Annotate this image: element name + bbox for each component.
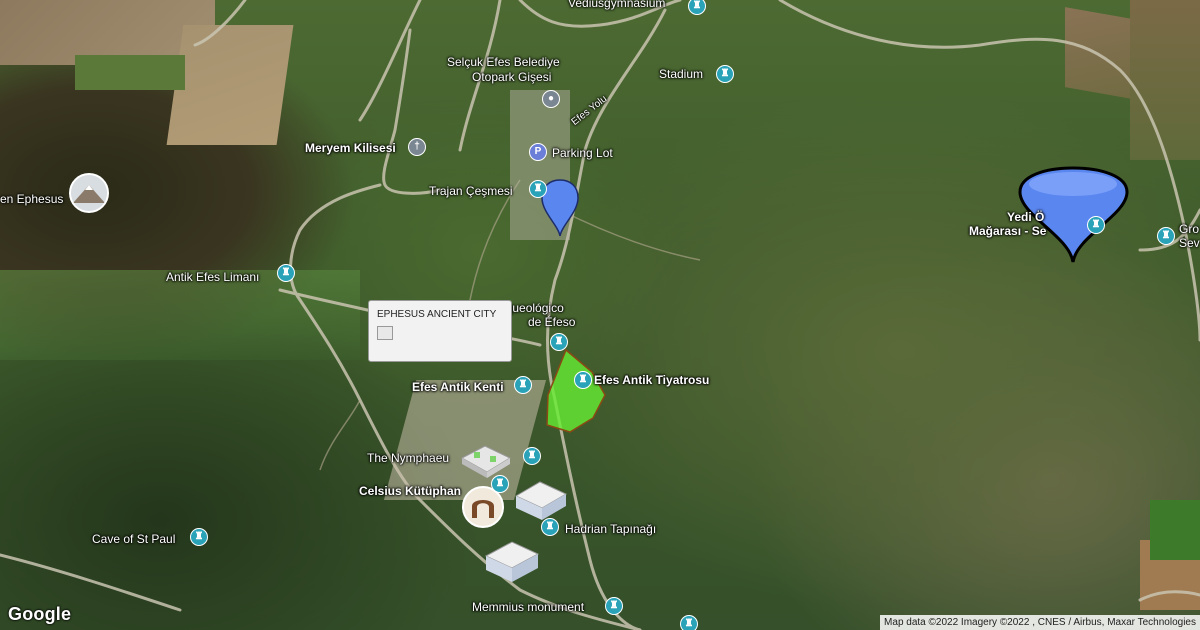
poi-bottom-icon[interactable]: ♜	[680, 615, 698, 630]
poi-nymphaeum-icon[interactable]: ♜	[523, 447, 541, 465]
poi-memmius-icon[interactable]: ♜	[605, 597, 623, 615]
google-logo[interactable]: Google	[8, 604, 71, 625]
poi-stadium-icon[interactable]: ♜	[716, 65, 734, 83]
label-stadium[interactable]: Stadium	[659, 67, 703, 81]
label-antik-limani[interactable]: Antik Efes Limanı	[166, 270, 259, 284]
building-icon-celsius[interactable]	[514, 481, 568, 520]
info-tooltip[interactable]: EPHESUS ANCIENT CITY	[368, 300, 512, 362]
label-tiyatrosu[interactable]: Efes Antik Tiyatrosu	[594, 373, 709, 387]
label-cave-st-paul[interactable]: Cave of St Paul	[92, 532, 175, 546]
building-icon-hadrian[interactable]	[484, 541, 540, 582]
label-hadrian[interactable]: Hadrian Tapınağı	[565, 522, 656, 536]
poi-yedi-icon[interactable]: ♜	[1087, 216, 1105, 234]
location-pin-icon[interactable]: ●	[542, 90, 560, 108]
label-gro-line2[interactable]: Sev	[1179, 236, 1200, 250]
label-parking[interactable]: Parking Lot	[552, 146, 613, 160]
poi-recinto-icon[interactable]: ♜	[550, 333, 568, 351]
cross-icon[interactable]: †	[408, 138, 426, 156]
label-meryem[interactable]: Meryem Kilisesi	[305, 141, 396, 155]
label-vedius[interactable]: Vediusgymnasium	[568, 0, 665, 10]
label-celsius[interactable]: Celsius Kütüphan	[359, 484, 461, 498]
parking-icon[interactable]: P	[529, 143, 547, 161]
poi-hadrian-icon[interactable]: ♜	[541, 518, 559, 536]
poi-tiyatrosu-icon[interactable]: ♜	[574, 371, 592, 389]
label-nymphaeum[interactable]: The Nymphaeu	[367, 451, 449, 465]
poi-gro-icon[interactable]: ♜	[1157, 227, 1175, 245]
poi-trajan-icon[interactable]: ♜	[529, 180, 547, 198]
label-trajan[interactable]: Trajan Çeşmesi	[429, 184, 513, 198]
poi-cave-st-paul-icon[interactable]: ♜	[190, 528, 208, 546]
map-canvas[interactable]: ♜ ● ♜ † P ♜ ♜ ♜ ♜ ♜ ♜ ♜ ♜ ♜ ♜ ♜ ♜ ♜ Vedi…	[0, 0, 1200, 630]
label-selcuk-line2[interactable]: Otopark Gişesi	[472, 70, 551, 84]
tooltip-title: EPHESUS ANCIENT CITY	[377, 309, 497, 320]
label-ephesus-left[interactable]: en Ephesus	[0, 192, 63, 206]
broken-image-icon	[377, 326, 393, 340]
label-gro-line1[interactable]: Gro	[1179, 222, 1199, 236]
label-yedi-line1[interactable]: Yedi Ö	[1007, 210, 1044, 224]
building-icon-nymphaeum[interactable]	[460, 445, 512, 478]
label-selcuk-line1[interactable]: Selçuk Efes Belediye	[447, 55, 560, 69]
poi-antik-limani-icon[interactable]: ♜	[277, 264, 295, 282]
label-memmius[interactable]: Memmius monument	[472, 600, 584, 614]
poi-efes-antik-kenti-icon[interactable]: ♜	[514, 376, 532, 394]
label-yedi-line2[interactable]: Mağarası - Se	[969, 224, 1046, 238]
poi-celsius-icon[interactable]: ♜	[491, 475, 509, 493]
map-attribution[interactable]: Map data ©2022 Imagery ©2022 , CNES / Ai…	[880, 615, 1200, 630]
label-efes-antik-kenti[interactable]: Efes Antik Kenti	[412, 380, 504, 394]
label-recinto-line2[interactable]: de Éfeso	[528, 315, 575, 329]
